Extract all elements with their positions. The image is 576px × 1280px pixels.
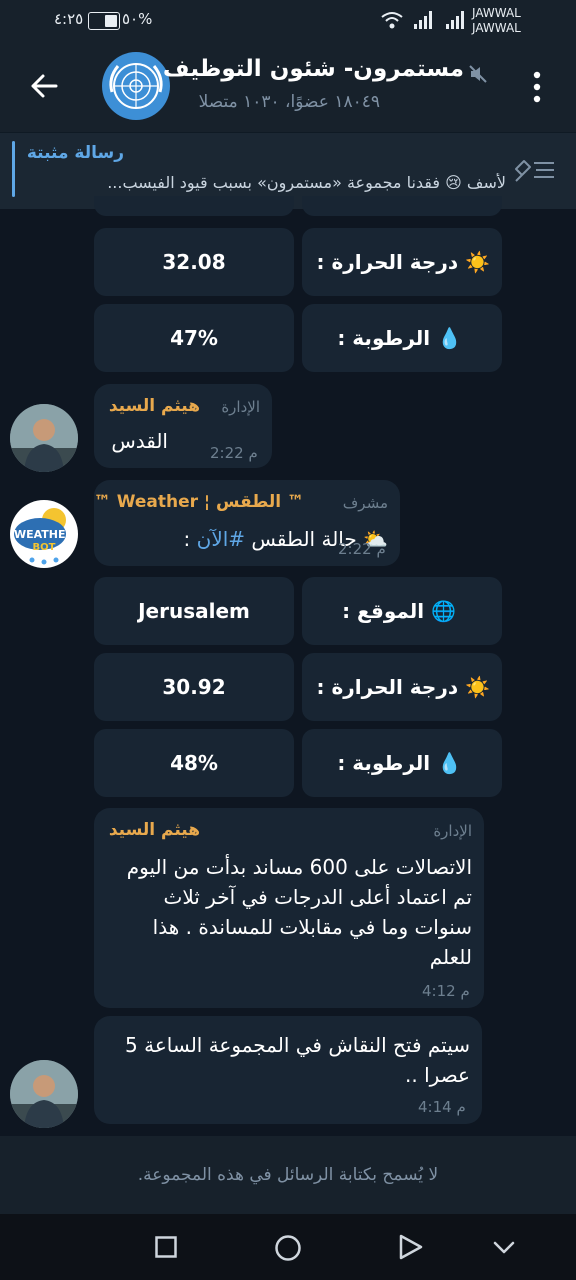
weather-bot-text: WEATHER	[14, 528, 75, 541]
sender-name[interactable]: ™ الطقس ¦ Weather ™	[94, 492, 304, 512]
user-avatar[interactable]	[10, 404, 78, 472]
status-time: ٤:٢٥	[54, 10, 84, 28]
group-avatar[interactable]	[102, 52, 170, 120]
weather-bot-subtext: BOT	[33, 542, 56, 553]
temp-label-cell[interactable]: ☀️ درجة الحرارة :	[302, 653, 502, 721]
humidity-value: 47%	[170, 326, 218, 350]
message-time: 2:22 م	[338, 540, 386, 558]
message-bubble[interactable]: سيتم فتح النقاش في المجموعة الساعة 5 عصر…	[94, 1016, 482, 1124]
weather-cell-partial	[94, 196, 294, 216]
location-label-cell[interactable]: 🌐 الموقع :	[302, 577, 502, 645]
pinned-indicator	[12, 141, 15, 197]
pin-list-icon[interactable]	[512, 155, 558, 185]
message-time: 4:14 م	[418, 1098, 466, 1116]
carrier-2: JAWWAL	[472, 21, 521, 35]
sender-role: الإدارة	[221, 398, 260, 416]
temp-label: ☀️ درجة الحرارة :	[316, 675, 490, 699]
message-time: 2:22 م	[210, 444, 258, 462]
carrier-1: JAWWAL	[472, 6, 521, 20]
message-bubble[interactable]: هيثم السيد الإدارة الاتصالات على 600 مسا…	[94, 808, 484, 1008]
message-text: سيتم فتح النقاش في المجموعة الساعة 5 عصر…	[125, 1033, 470, 1087]
un-emblem-icon	[109, 63, 163, 109]
sender-role: الإدارة	[433, 822, 472, 840]
restriction-text: لا يُسمح بكتابة الرسائل في هذه المجموعة.	[137, 1165, 439, 1185]
battery-percent: ٥٠%	[122, 10, 153, 28]
temp-label: ☀️ درجة الحرارة :	[316, 250, 490, 274]
pinned-title: رسالة مثبتة	[26, 143, 124, 163]
humidity-label: 💧 الرطوبة :	[337, 751, 462, 775]
temp-value-cell[interactable]: 30.92	[94, 653, 294, 721]
message-bubble[interactable]: هيثم السيد الإدارة القدس 2:22 م	[94, 384, 272, 468]
location-value: Jerusalem	[138, 599, 250, 623]
user-avatar[interactable]	[10, 1060, 78, 1128]
humidity-label-cell[interactable]: 💧 الرطوبة :	[302, 304, 502, 372]
humidity-value-cell[interactable]: 48%	[94, 729, 294, 797]
temp-value: 32.08	[162, 250, 226, 274]
weather-bot-icon: WEATHER BOT	[14, 508, 75, 565]
temp-value-cell[interactable]: 32.08	[94, 228, 294, 296]
weather-bot-avatar[interactable]: WEATHER BOT	[10, 500, 78, 568]
mute-icon	[469, 65, 487, 83]
temp-value: 30.92	[162, 675, 226, 699]
message-time: 4:12 م	[422, 982, 470, 1000]
message-text: الاتصالات على 600 مساند بدأت من اليوم تم…	[126, 855, 472, 969]
carrier-labels: JAWWAL JAWWAL	[472, 6, 521, 36]
more-vertical-icon[interactable]	[530, 70, 544, 104]
temp-label-cell[interactable]: ☀️ درجة الحرارة :	[302, 228, 502, 296]
humidity-label-cell[interactable]: 💧 الرطوبة :	[302, 729, 502, 797]
wifi-icon	[381, 12, 403, 29]
sender-name[interactable]: هيثم السيد	[109, 820, 200, 840]
message-text: القدس	[111, 429, 168, 453]
status-bar: ٤:٢٥ ٥٠% JAWWAL JAWWAL	[0, 0, 576, 42]
sender-name[interactable]: هيثم السيد	[109, 396, 200, 416]
message-bubble[interactable]: ™ الطقس ¦ Weather ™ مشرف ⛅ حالة الطقس #ا…	[94, 480, 400, 566]
location-label: 🌐 الموقع :	[342, 599, 456, 623]
hashtag-link[interactable]: #الآن	[197, 527, 245, 551]
back-nav-icon[interactable]	[398, 1234, 424, 1260]
pinned-text: لأسف 😢 فقدنا مجموعة «مستمرون» بسبب قيود …	[107, 173, 506, 192]
home-icon[interactable]	[274, 1234, 302, 1262]
person-photo-icon	[10, 1060, 78, 1128]
signal-icon-2	[446, 11, 464, 29]
chat-subtitle: ١٨٠٤٩ عضوًا، ١٠٣٠ متصلا	[198, 92, 380, 112]
composer-disabled-bar: لا يُسمح بكتابة الرسائل في هذه المجموعة.	[0, 1136, 576, 1214]
chevron-down-icon[interactable]	[492, 1240, 516, 1256]
back-arrow-icon[interactable]	[28, 70, 60, 102]
sender-role: مشرف	[342, 494, 388, 512]
battery-icon	[88, 12, 120, 30]
system-nav-bar	[0, 1214, 576, 1280]
signal-icon	[414, 11, 432, 29]
recents-icon[interactable]	[155, 1236, 177, 1258]
message-text-suffix: :	[183, 527, 197, 551]
humidity-value: 48%	[170, 751, 218, 775]
weather-cell-partial	[302, 196, 502, 216]
person-photo-icon	[10, 404, 78, 472]
chat-title[interactable]: مستمرون- شئون التوظيف	[163, 56, 464, 82]
humidity-label: 💧 الرطوبة :	[337, 326, 462, 350]
chat-header: مستمرون- شئون التوظيف ١٨٠٤٩ عضوًا، ١٠٣٠ …	[0, 42, 576, 132]
humidity-value-cell[interactable]: 47%	[94, 304, 294, 372]
location-value-cell[interactable]: Jerusalem	[94, 577, 294, 645]
